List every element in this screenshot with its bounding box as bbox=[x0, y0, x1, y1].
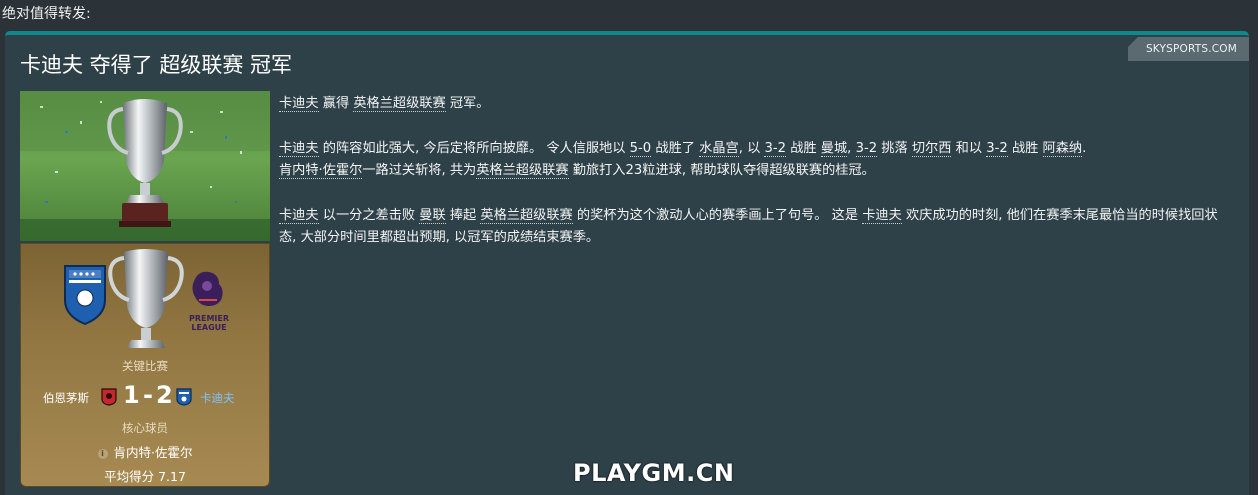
trophy-photo bbox=[20, 91, 270, 241]
score-link[interactable]: 3-2 bbox=[986, 140, 1008, 157]
key-player[interactable]: i 肯内特·佐霍尔 bbox=[21, 442, 269, 461]
text-span: . bbox=[1082, 140, 1087, 156]
news-paragraph-1: 卡迪夫 赢得 英格兰超级联赛 冠军。 bbox=[279, 93, 1234, 116]
team-link[interactable]: 曼城 bbox=[820, 140, 848, 157]
league-logo-text-line2: LEAGUE bbox=[191, 323, 227, 332]
home-score: 1 bbox=[123, 381, 140, 409]
team-link[interactable]: 切尔西 bbox=[911, 140, 952, 157]
news-panel: SKYSPORTS.COM 卡迪夫 夺得了 超级联赛 冠军 PREMIER LE… bbox=[5, 31, 1249, 495]
text-span: 一路过关斩将, 共为 bbox=[362, 163, 477, 178]
away-team-name[interactable]: 卡迪夫 bbox=[200, 390, 235, 406]
text-span: 赢得 bbox=[318, 96, 354, 111]
text-span: 捧起 bbox=[445, 207, 481, 223]
away-score: 2 bbox=[156, 381, 173, 409]
watermark: PLAYGM.CN bbox=[573, 459, 735, 487]
home-team-name[interactable]: 伯恩茅斯 bbox=[43, 390, 89, 406]
competition-link[interactable]: 英格兰超级联赛 bbox=[353, 96, 446, 112]
text-span: 的阵容如此强大, 今后定将所向披靡。 令人信服地以 bbox=[318, 140, 630, 156]
away-club-crest-icon bbox=[176, 388, 192, 410]
text-span: 挑落 bbox=[877, 140, 912, 156]
key-player-label: 核心球员 bbox=[122, 421, 168, 435]
team-link[interactable]: 曼联 bbox=[419, 207, 446, 224]
source-tag[interactable]: SKYSPORTS.COM bbox=[1127, 37, 1249, 61]
home-club-crest-icon bbox=[101, 388, 117, 410]
team-link[interactable]: 水晶宫 bbox=[699, 140, 739, 157]
season-summary-card: PREMIER LEAGUE 关键比赛 伯恩茅斯 1 - 2 卡迪夫 核心球员 … bbox=[20, 243, 270, 487]
post-header: 绝对值得转发: bbox=[2, 6, 91, 22]
score-link[interactable]: 3-2 bbox=[764, 140, 787, 157]
league-logo-text-line1: PREMIER bbox=[188, 314, 230, 323]
player-link[interactable]: 肯内特·佐霍尔 bbox=[279, 163, 363, 179]
news-body: 卡迪夫 赢得 英格兰超级联赛 冠军。 卡迪夫 的阵容如此强大, 今后定将所向披靡… bbox=[279, 93, 1234, 272]
text-span: , 以 bbox=[738, 140, 765, 156]
score-link[interactable]: 3-2 bbox=[855, 140, 878, 157]
score-link[interactable]: 5-0 bbox=[629, 140, 652, 157]
competition-link[interactable]: 英格兰超级联赛 bbox=[480, 207, 573, 224]
key-player-name[interactable]: 肯内特·佐霍尔 bbox=[114, 445, 193, 460]
trophy-icon bbox=[108, 249, 184, 348]
text-span: 战胜了 bbox=[651, 140, 700, 156]
league-logo-text: PREMIER LEAGUE bbox=[187, 314, 231, 332]
text-span: 勤旅打入23粒进球, 帮助球队夺得超级联赛的桂冠。 bbox=[568, 163, 875, 178]
trophy-photo-illustration bbox=[20, 91, 270, 241]
news-paragraph-3: 卡迪夫 以一分之差击败 曼联 捧起 英格兰超级联赛 的奖杯为这个激动人心的赛季画… bbox=[279, 205, 1234, 250]
info-icon[interactable]: i bbox=[97, 449, 108, 459]
team-link[interactable]: 阿森纳 bbox=[1042, 140, 1083, 157]
average-rating: 平均得分 7.17 bbox=[104, 469, 186, 484]
competition-link[interactable]: 英格兰超级联赛 bbox=[476, 163, 569, 179]
score-separator: - bbox=[143, 381, 153, 409]
text-span: 的奖杯为这个激动人心的赛季画上了句号。 这是 bbox=[572, 207, 863, 223]
text-span: 战胜 bbox=[786, 140, 821, 156]
news-title: 卡迪夫 夺得了 超级联赛 冠军 bbox=[20, 53, 293, 77]
text-span: 和以 bbox=[951, 140, 987, 156]
news-paragraph-2: 卡迪夫 的阵容如此强大, 今后定将所向披靡。 令人信服地以 5-0 战胜了 水晶… bbox=[279, 138, 1234, 183]
team-link[interactable]: 卡迪夫 bbox=[862, 207, 902, 224]
team-link[interactable]: 卡迪夫 bbox=[279, 207, 319, 224]
text-span: , bbox=[847, 140, 856, 156]
team-link[interactable]: 卡迪夫 bbox=[279, 140, 319, 157]
card-emblems bbox=[64, 249, 223, 348]
text-span: 战胜 bbox=[1007, 140, 1043, 156]
key-match-label: 关键比赛 bbox=[122, 359, 168, 373]
club-crest-icon bbox=[64, 265, 106, 326]
premier-league-lion-icon bbox=[192, 271, 223, 306]
key-match-score[interactable]: 伯恩茅斯 1 - 2 卡迪夫 bbox=[21, 381, 269, 412]
text-span: 冠军。 bbox=[445, 96, 490, 111]
team-link[interactable]: 卡迪夫 bbox=[279, 96, 319, 112]
text-span: 以一分之差击败 bbox=[318, 207, 420, 223]
